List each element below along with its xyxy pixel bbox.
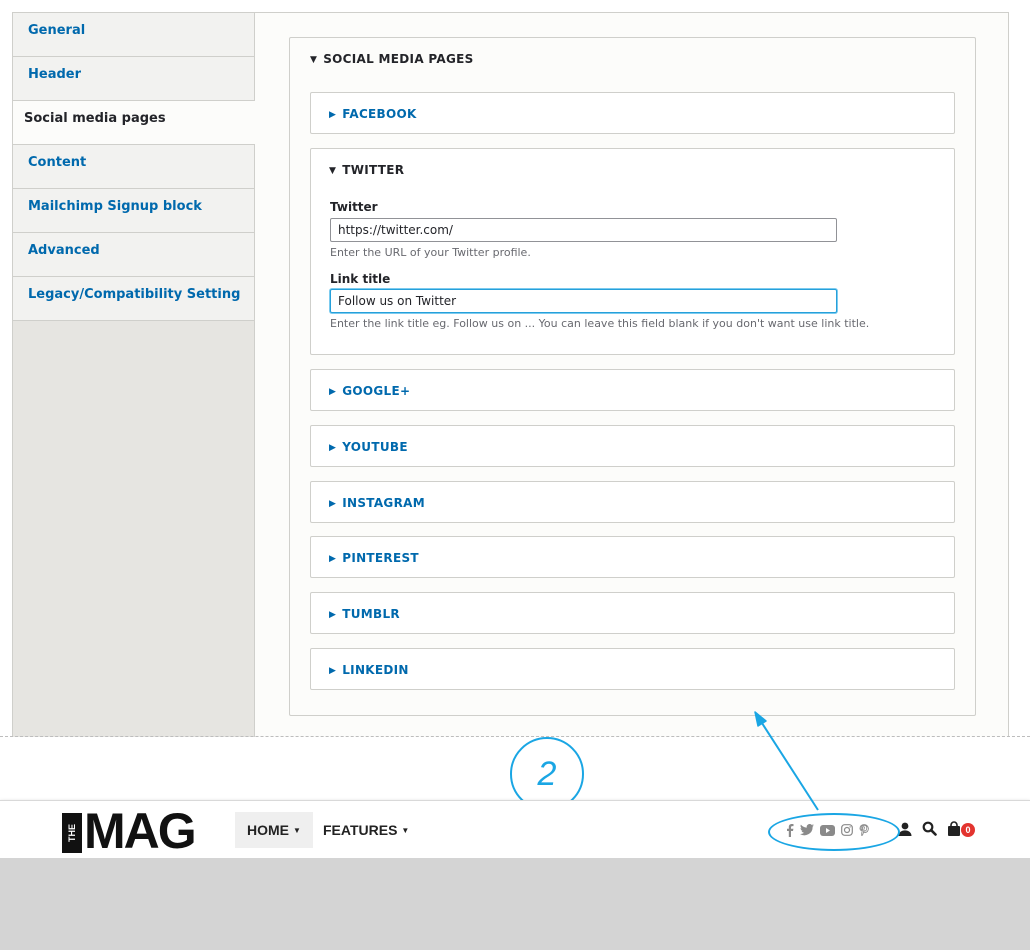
details-facebook: ▶ FACEBOOK (310, 92, 955, 134)
summary-tumblr-label: TUMBLR (342, 607, 400, 621)
twitter-link-title-label: Link title (330, 272, 391, 286)
separator-top (0, 736, 1030, 737)
facebook-icon[interactable] (786, 823, 794, 837)
summary-facebook[interactable]: ▶ FACEBOOK (329, 107, 417, 121)
summary-googleplus[interactable]: ▶ GOOGLE+ (329, 384, 410, 398)
pinterest-icon[interactable] (859, 823, 869, 837)
menu-item-features[interactable]: FEATURES ▼ (311, 812, 421, 848)
details-twitter: ▼ TWITTER Twitter Enter the URL of your T… (310, 148, 955, 355)
user-icon[interactable] (898, 822, 912, 836)
details-googleplus: ▶ GOOGLE+ (310, 369, 955, 411)
header-actions (898, 821, 961, 836)
panel-title-text: SOCIAL MEDIA PAGES (323, 52, 474, 66)
caret-right-icon: ▶ (329, 387, 337, 397)
twitter-link-title-input[interactable] (330, 289, 837, 313)
twitter-url-input[interactable] (330, 218, 837, 242)
cart-count-badge: 0 (961, 823, 975, 837)
logo-the-text: THE (62, 813, 82, 853)
details-youtube: ▶ YOUTUBE (310, 425, 955, 467)
site-header-preview: THE MAG HOME ▼ FEATURES ▼ 0 (0, 800, 1030, 859)
vtab-header[interactable]: Header (13, 57, 254, 101)
caret-right-icon: ▶ (329, 554, 337, 564)
caret-right-icon: ▶ (329, 110, 337, 120)
summary-linkedin[interactable]: ▶ LINKEDIN (329, 663, 409, 677)
twitter-url-description: Enter the URL of your Twitter profile. (330, 246, 531, 259)
search-icon[interactable] (922, 821, 937, 836)
details-tumblr: ▶ TUMBLR (310, 592, 955, 634)
vtab-advanced[interactable]: Advanced (13, 233, 254, 277)
social-icons (786, 822, 869, 838)
summary-pinterest[interactable]: ▶ PINTEREST (329, 551, 419, 565)
twitter-url-label: Twitter (330, 200, 378, 214)
instagram-icon[interactable] (841, 824, 853, 836)
social-media-pages-summary[interactable]: ▼ SOCIAL MEDIA PAGES (310, 52, 474, 66)
details-pinterest: ▶ PINTEREST (310, 536, 955, 578)
page-background-area (0, 858, 1030, 950)
summary-facebook-label: FACEBOOK (342, 107, 417, 121)
vtab-legacy-compatibility[interactable]: Legacy/Compatibility Setting (13, 277, 254, 321)
details-linkedin: ▶ LINKEDIN (310, 648, 955, 690)
twitter-icon[interactable] (800, 824, 814, 836)
shopping-bag-icon[interactable] (947, 821, 961, 836)
twitter-link-title-description: Enter the link title eg. Follow us on ..… (330, 317, 870, 330)
menu-features-label: FEATURES (323, 822, 398, 838)
summary-twitter[interactable]: ▼ TWITTER (329, 163, 404, 177)
caret-right-icon: ▶ (329, 499, 337, 509)
youtube-icon[interactable] (820, 824, 835, 836)
summary-youtube[interactable]: ▶ YOUTUBE (329, 440, 408, 454)
chevron-down-icon: ▼ (401, 826, 410, 835)
vtab-social-media-pages[interactable]: Social media pages (13, 101, 255, 145)
caret-right-icon: ▶ (329, 610, 337, 620)
vtab-content[interactable]: Content (13, 145, 254, 189)
caret-right-icon: ▶ (329, 666, 337, 676)
vtab-mailchimp-signup-block[interactable]: Mailchimp Signup block (13, 189, 254, 233)
summary-instagram[interactable]: ▶ INSTAGRAM (329, 496, 425, 510)
vertical-tabs: General Header Social media pages Conten… (13, 13, 255, 737)
caret-right-icon: ▶ (329, 443, 337, 453)
caret-down-icon: ▼ (310, 55, 318, 65)
summary-tumblr[interactable]: ▶ TUMBLR (329, 607, 400, 621)
chevron-down-icon: ▼ (293, 826, 301, 835)
summary-pinterest-label: PINTEREST (342, 551, 419, 565)
vtab-general[interactable]: General (13, 13, 254, 57)
summary-twitter-label: TWITTER (342, 163, 405, 177)
summary-googleplus-label: GOOGLE+ (342, 384, 411, 398)
logo-mag-text: MAG (84, 803, 197, 859)
summary-youtube-label: YOUTUBE (342, 440, 408, 454)
theme-settings-form: General Header Social media pages Conten… (12, 12, 1009, 737)
caret-down-icon: ▼ (329, 166, 337, 176)
summary-linkedin-label: LINKEDIN (342, 663, 409, 677)
menu-home-label: HOME (247, 822, 289, 838)
details-instagram: ▶ INSTAGRAM (310, 481, 955, 523)
menu-item-home[interactable]: HOME ▼ (235, 812, 313, 848)
summary-instagram-label: INSTAGRAM (342, 496, 425, 510)
social-media-pages-fieldset: ▼ SOCIAL MEDIA PAGES ▶ FACEBOOK ▼ TWITTER T… (289, 37, 976, 716)
